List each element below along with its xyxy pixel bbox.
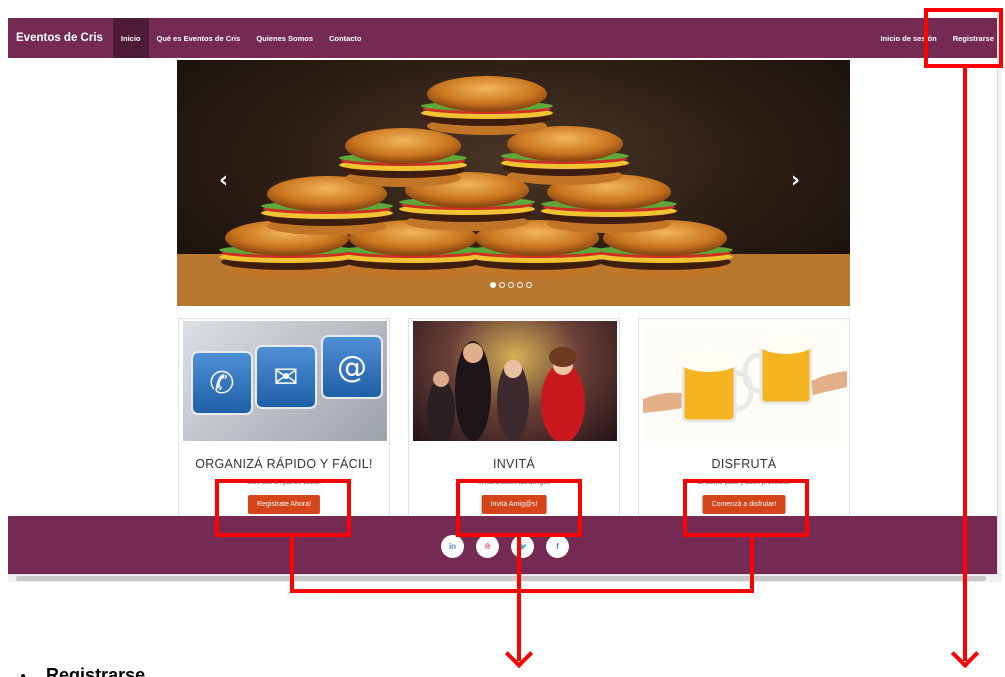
carousel-next-icon[interactable]: › (791, 168, 800, 193)
nav-link-quienes-somos[interactable]: Quienes Somos (248, 18, 321, 58)
burger-pyramid-image (177, 76, 850, 306)
carousel-indicator[interactable] (517, 282, 523, 288)
carousel-indicator[interactable] (508, 282, 514, 288)
card-title: INVITÁ (492, 457, 536, 471)
beer-mugs-image (643, 321, 847, 441)
highlight-invite-button (456, 479, 582, 537)
brand-link[interactable]: Eventos de Cris (8, 32, 113, 44)
connector-line (290, 589, 754, 593)
bullet-text: Registrarse (46, 665, 146, 677)
facebook-icon[interactable]: f (546, 534, 569, 558)
carousel-prev-icon[interactable]: ‹ (219, 168, 228, 193)
arrow-down-icon (504, 639, 534, 669)
navbar: Eventos de Cris Inicio Qué es Eventos de… (8, 18, 1002, 58)
linkedin-icon[interactable]: in (441, 534, 464, 558)
carousel-indicator[interactable] (490, 282, 496, 288)
envelope-key-icon: ✉ (255, 345, 317, 409)
nav-link-inicio[interactable]: Inicio (112, 18, 149, 58)
burger-shape (501, 126, 629, 185)
nav-link-contacto[interactable]: Contacto (321, 18, 370, 58)
connector-line (750, 537, 754, 593)
burger-shape (339, 128, 467, 187)
nav-link-que-es[interactable]: Qué es Eventos de Cris (149, 18, 249, 58)
at-key-icon: @ (321, 335, 383, 399)
connector-line (963, 68, 967, 661)
carousel-indicator[interactable] (499, 282, 505, 288)
keyboard-image: ✆ ✉ @ (183, 321, 387, 441)
bullet-icon: ● (20, 670, 27, 677)
vertical-scrollbar[interactable] (997, 8, 1002, 574)
highlight-enjoy-button (683, 479, 809, 537)
card-title: ORGANIZÁ RÁPIDO Y FÁCIL! (195, 457, 373, 471)
bullet-caption: ● Registrarse (20, 665, 145, 677)
scrollbar-thumb[interactable] (16, 576, 986, 581)
pinterest-icon[interactable]: ℗ (476, 534, 499, 558)
horizontal-scrollbar[interactable] (8, 574, 1002, 582)
phone-key-icon: ✆ (191, 351, 253, 415)
connector-line (290, 537, 294, 593)
burger-shape (421, 76, 553, 135)
arrow-down-icon (950, 639, 980, 669)
card-title: DISFRUTÁ (711, 457, 777, 471)
image-carousel: ‹ › (177, 60, 850, 306)
highlight-register-now-button (215, 479, 351, 537)
carousel-indicators (490, 282, 532, 288)
twitter-icon[interactable]: 🐦 (511, 534, 534, 558)
highlight-register-link (924, 8, 1003, 68)
carousel-indicator[interactable] (526, 282, 532, 288)
party-image (413, 321, 617, 441)
